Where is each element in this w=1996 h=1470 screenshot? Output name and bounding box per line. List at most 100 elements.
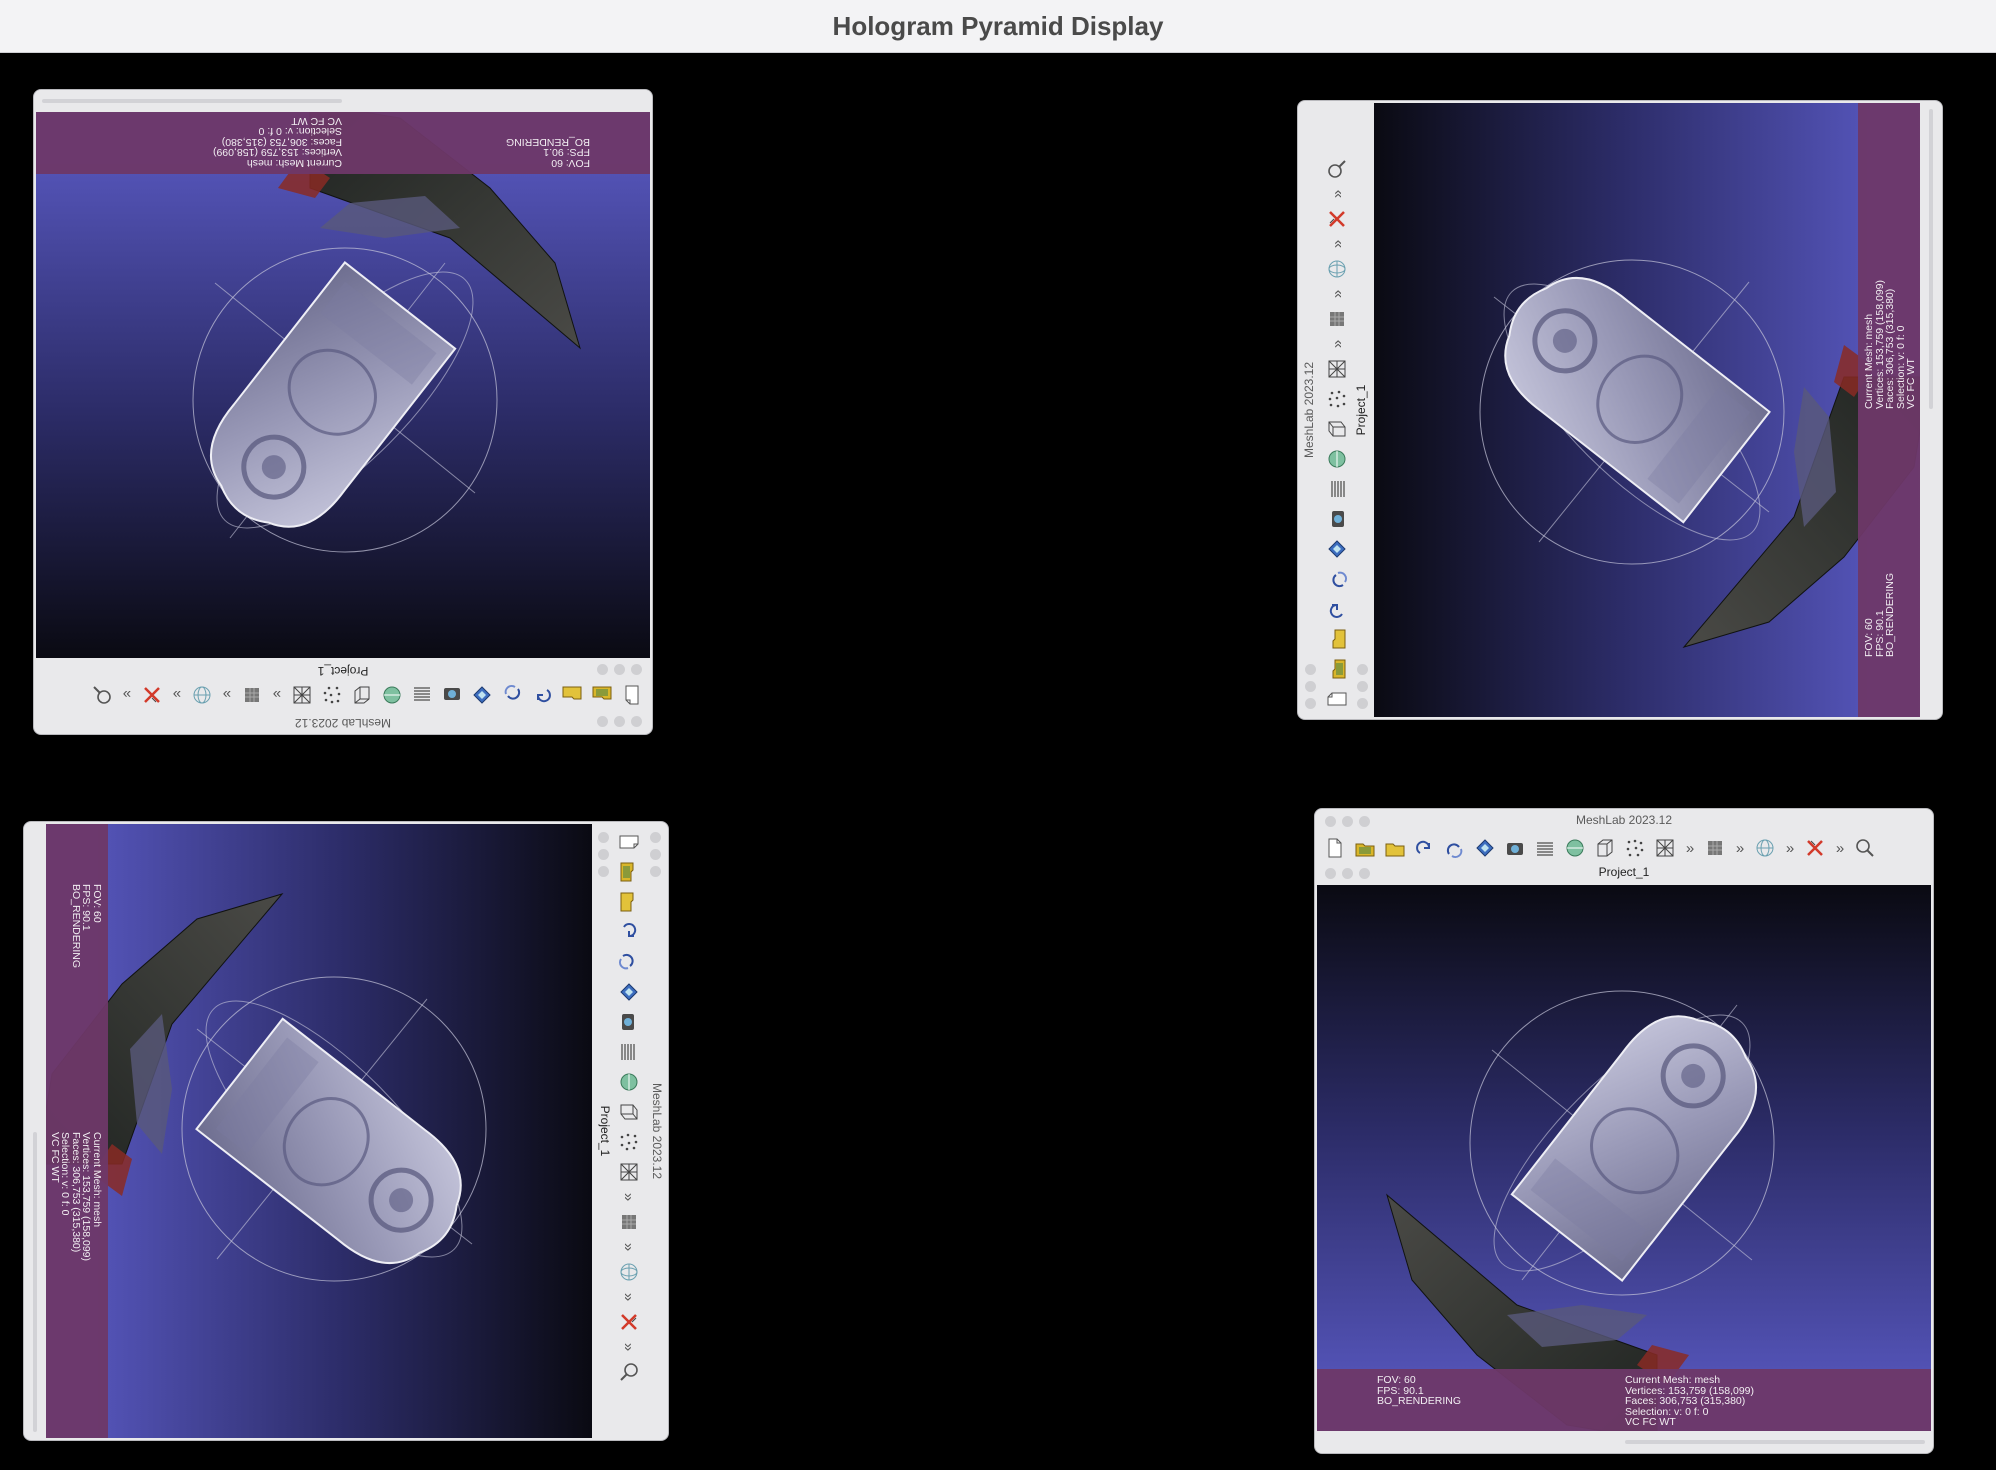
points-icon[interactable] <box>1623 836 1647 860</box>
new-file-icon[interactable] <box>1325 687 1349 711</box>
globe-icon[interactable] <box>1753 836 1777 860</box>
new-file-icon[interactable] <box>617 830 641 854</box>
open-project-icon[interactable] <box>617 860 641 884</box>
search-icon[interactable] <box>1325 157 1349 181</box>
flat-shading-icon[interactable] <box>1325 307 1349 331</box>
new-file-icon[interactable] <box>1323 836 1347 860</box>
open-project-icon[interactable] <box>1325 657 1349 681</box>
wireframe-icon[interactable] <box>290 683 314 707</box>
horizontal-scrollbar[interactable] <box>36 90 650 112</box>
bbox-icon[interactable] <box>1593 836 1617 860</box>
layers-icon[interactable] <box>410 683 434 707</box>
mesh-render[interactable] <box>1374 103 1922 717</box>
3d-viewport[interactable]: FOV: 60 FPS: 90.1 BO_RENDERING Current M… <box>1374 103 1922 717</box>
save-icon[interactable] <box>1473 836 1497 860</box>
more-chevron-icon[interactable]: » <box>1833 836 1847 860</box>
reload-all-icon[interactable] <box>617 950 641 974</box>
layers-icon[interactable] <box>1533 836 1557 860</box>
open-mesh-icon[interactable] <box>617 890 641 914</box>
more-chevron-icon[interactable]: » <box>220 683 234 707</box>
more-chevron-icon[interactable]: » <box>1325 287 1349 301</box>
texture-icon[interactable] <box>380 683 404 707</box>
more-chevron-icon[interactable]: » <box>1783 836 1797 860</box>
points-icon[interactable] <box>1325 387 1349 411</box>
more-chevron-icon[interactable]: » <box>1325 237 1349 251</box>
more-chevron-icon[interactable]: » <box>617 1290 641 1304</box>
points-icon[interactable] <box>617 1130 641 1154</box>
3d-viewport[interactable]: FOV: 60 FPS: 90.1 BO_RENDERING Current M… <box>44 824 592 1438</box>
more-chevron-icon[interactable]: » <box>270 683 284 707</box>
more-chevron-icon[interactable]: » <box>1325 337 1349 351</box>
open-mesh-icon[interactable] <box>560 683 584 707</box>
horizontal-scrollbar[interactable] <box>1920 103 1942 717</box>
search-icon[interactable] <box>617 1360 641 1384</box>
project-tab[interactable]: Project_1 <box>1354 101 1372 719</box>
reload-all-icon[interactable] <box>1325 567 1349 591</box>
wireframe-icon[interactable] <box>617 1160 641 1184</box>
texture-icon[interactable] <box>1325 447 1349 471</box>
snapshot-icon[interactable] <box>617 1010 641 1034</box>
project-tab[interactable]: Project_1 <box>594 822 612 1440</box>
reload-all-icon[interactable] <box>500 683 524 707</box>
globe-icon[interactable] <box>190 683 214 707</box>
mesh-render[interactable] <box>36 110 650 658</box>
more-chevron-icon[interactable]: » <box>1733 836 1747 860</box>
open-mesh-icon[interactable] <box>1383 836 1407 860</box>
reload-all-icon[interactable] <box>1443 836 1467 860</box>
bbox-icon[interactable] <box>350 683 374 707</box>
more-chevron-icon[interactable]: » <box>1683 836 1697 860</box>
texture-icon[interactable] <box>1563 836 1587 860</box>
scrollbar-thumb[interactable] <box>1625 1440 1925 1444</box>
reload-icon[interactable] <box>1325 597 1349 621</box>
wireframe-icon[interactable] <box>1325 357 1349 381</box>
flat-shading-icon[interactable] <box>617 1210 641 1234</box>
globe-icon[interactable] <box>1325 257 1349 281</box>
new-file-icon[interactable] <box>620 683 644 707</box>
bbox-icon[interactable] <box>1325 417 1349 441</box>
more-chevron-icon[interactable]: » <box>617 1240 641 1254</box>
open-project-icon[interactable] <box>1353 836 1377 860</box>
globe-icon[interactable] <box>617 1260 641 1284</box>
layers-icon[interactable] <box>1325 477 1349 501</box>
close-red-icon[interactable] <box>140 683 164 707</box>
3d-viewport[interactable]: FOV: 60 FPS: 90.1 BO_RENDERING Current M… <box>36 110 650 658</box>
flat-shading-icon[interactable] <box>1703 836 1727 860</box>
more-chevron-icon[interactable]: » <box>617 1340 641 1354</box>
scrollbar-thumb[interactable] <box>42 99 342 103</box>
reload-icon[interactable] <box>1413 836 1437 860</box>
open-project-icon[interactable] <box>590 683 614 707</box>
horizontal-scrollbar[interactable] <box>1317 1431 1931 1453</box>
horizontal-scrollbar[interactable] <box>24 824 46 1438</box>
flat-shading-icon[interactable] <box>240 683 264 707</box>
texture-icon[interactable] <box>617 1070 641 1094</box>
snapshot-icon[interactable] <box>440 683 464 707</box>
search-icon[interactable] <box>90 683 114 707</box>
scrollbar-thumb[interactable] <box>1929 109 1933 409</box>
reload-icon[interactable] <box>530 683 554 707</box>
reload-icon[interactable] <box>617 920 641 944</box>
search-icon[interactable] <box>1853 836 1877 860</box>
save-icon[interactable] <box>1325 537 1349 561</box>
project-tab[interactable]: Project_1 <box>34 660 652 678</box>
wireframe-icon[interactable] <box>1653 836 1677 860</box>
more-chevron-icon[interactable]: » <box>617 1190 641 1204</box>
open-mesh-icon[interactable] <box>1325 627 1349 651</box>
more-chevron-icon[interactable]: » <box>120 683 134 707</box>
save-icon[interactable] <box>617 980 641 1004</box>
mesh-render[interactable] <box>44 824 592 1438</box>
snapshot-icon[interactable] <box>1325 507 1349 531</box>
points-icon[interactable] <box>320 683 344 707</box>
save-icon[interactable] <box>470 683 494 707</box>
snapshot-icon[interactable] <box>1503 836 1527 860</box>
close-red-icon[interactable] <box>1325 207 1349 231</box>
mesh-render[interactable] <box>1317 885 1931 1433</box>
more-chevron-icon[interactable]: » <box>170 683 184 707</box>
close-red-icon[interactable] <box>1803 836 1827 860</box>
close-red-icon[interactable] <box>617 1310 641 1334</box>
3d-viewport[interactable]: FOV: 60 FPS: 90.1 BO_RENDERING Current M… <box>1317 885 1931 1433</box>
bbox-icon[interactable] <box>617 1100 641 1124</box>
layers-icon[interactable] <box>617 1040 641 1064</box>
more-chevron-icon[interactable]: » <box>1325 187 1349 201</box>
scrollbar-thumb[interactable] <box>33 1132 37 1432</box>
project-tab[interactable]: Project_1 <box>1315 865 1933 883</box>
